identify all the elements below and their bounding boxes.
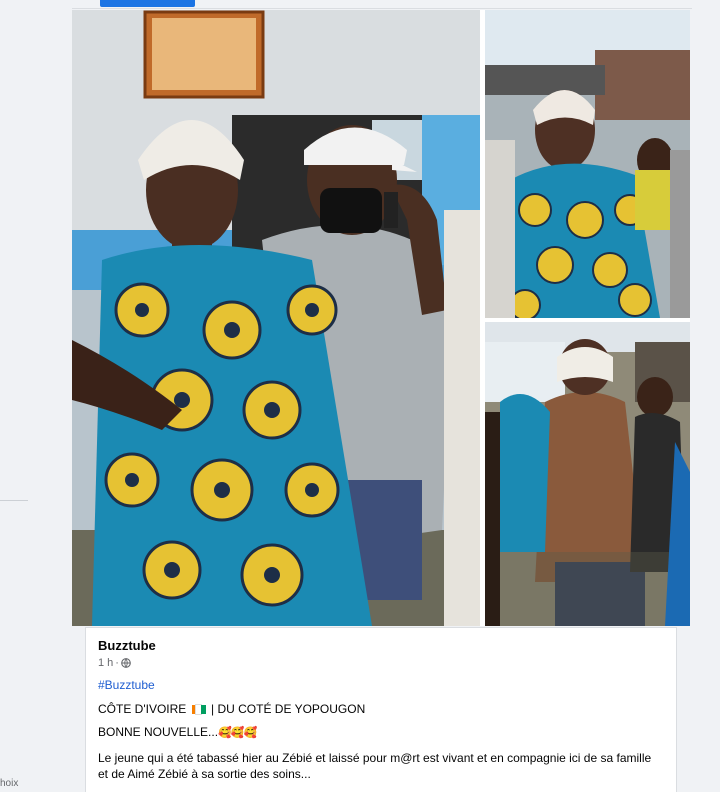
post-card: Buzztube 1 h · #Buzztube CÔTE D'IVOIRE |… xyxy=(85,627,677,792)
post-hashtag[interactable]: #Buzztube xyxy=(98,678,155,692)
post-meta: 1 h · xyxy=(98,657,131,669)
photo-top-right[interactable] xyxy=(485,10,690,318)
header-divider xyxy=(72,8,692,9)
post-body: Le jeune qui a été tabassé hier au Zébié… xyxy=(98,751,652,781)
active-tab-indicator xyxy=(100,0,195,7)
photo-main[interactable] xyxy=(72,10,480,626)
globe-icon xyxy=(121,658,131,668)
post-line-news: BONNE NOUVELLE...🥰🥰🥰 xyxy=(98,725,257,739)
right-sidebar xyxy=(692,0,720,792)
left-sidebar: hoix xyxy=(0,0,70,792)
post-author[interactable]: Buzztube xyxy=(98,638,156,653)
meta-separator: · xyxy=(115,657,119,669)
sidebar-divider xyxy=(0,500,28,501)
flag-icon xyxy=(191,704,206,715)
post-country: CÔTE D'IVOIRE xyxy=(98,702,187,716)
post-headline: BONNE NOUVELLE... xyxy=(98,725,219,739)
emoji-smiling-hearts-icon: 🥰🥰🥰 xyxy=(218,727,257,739)
post-location: | DU COTÉ DE YOPOUGON xyxy=(211,702,366,716)
post-time[interactable]: 1 h xyxy=(98,657,113,669)
post-photo-grid xyxy=(72,10,690,626)
sidebar-footer-text[interactable]: hoix xyxy=(0,778,18,789)
photo-bottom-right[interactable] xyxy=(485,322,690,626)
post-line-location: CÔTE D'IVOIRE | DU COTÉ DE YOPOUGON xyxy=(98,702,365,716)
